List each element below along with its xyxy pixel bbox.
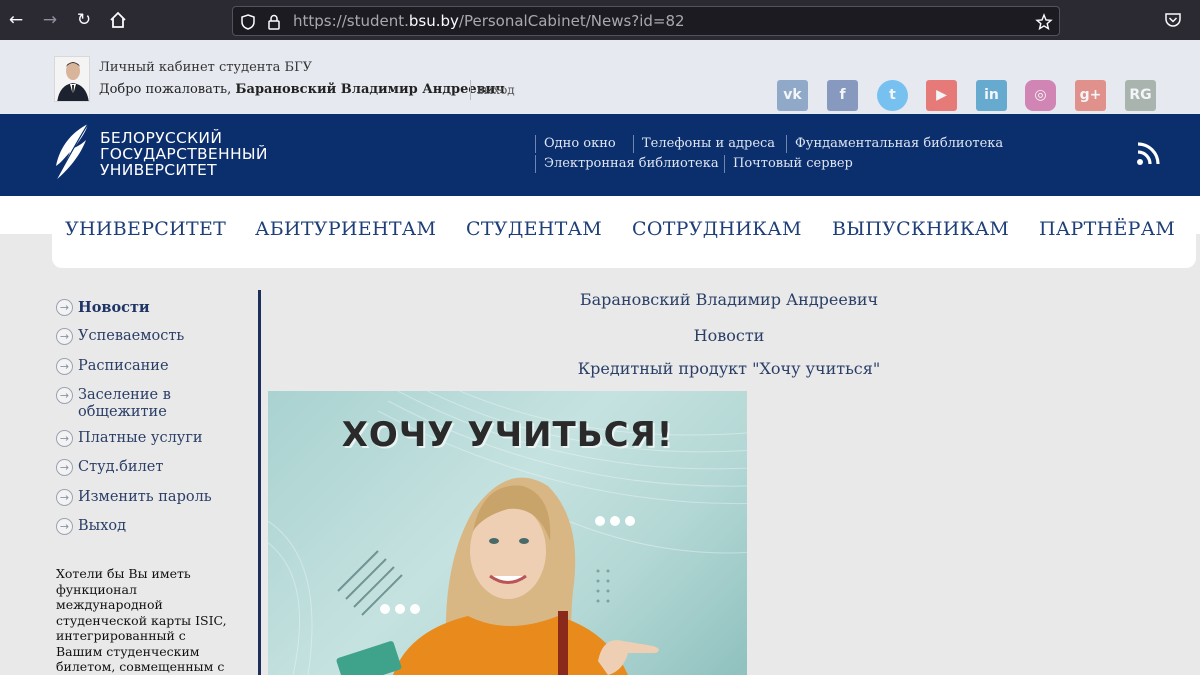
isic-survey-text: Хотели бы Вы иметь функционал международ… bbox=[56, 566, 227, 675]
link-fundamental-library[interactable]: Фундаментальная библиотека bbox=[786, 135, 1003, 153]
logout-link[interactable]: выход bbox=[470, 80, 515, 100]
arrow-right-icon: → bbox=[56, 299, 73, 316]
googleplus-icon[interactable]: g+ bbox=[1075, 80, 1106, 111]
user-name: Барановский Владимир Андреевич bbox=[235, 82, 505, 97]
news-banner-image: ХОЧУ УЧИТЬСЯ! bbox=[268, 391, 747, 675]
menu-partners[interactable]: ПАРТНЁРАМ bbox=[1039, 218, 1175, 240]
vk-icon[interactable]: vk bbox=[777, 80, 808, 111]
address-bar[interactable]: https://student.bsu.by/PersonalCabinet/N… bbox=[232, 6, 1060, 36]
user-strip: Личный кабинет студента БГУ Добро пожало… bbox=[0, 40, 1200, 114]
twitter-icon[interactable]: t bbox=[877, 80, 908, 111]
section-heading: Новости bbox=[693, 326, 765, 345]
pocket-icon[interactable] bbox=[1164, 11, 1182, 29]
arrow-right-icon: → bbox=[56, 459, 73, 476]
arrow-right-icon: → bbox=[56, 387, 73, 404]
home-icon[interactable] bbox=[106, 8, 130, 32]
link-electronic-library[interactable]: Электронная библиотека bbox=[535, 155, 719, 173]
browser-toolbar: ← → ↻ https://student.bsu.by/PersonalCab… bbox=[0, 0, 1200, 40]
news-title: Кредитный продукт "Хочу учиться" bbox=[577, 359, 881, 378]
arrow-right-icon: → bbox=[56, 358, 73, 375]
bookmark-star-icon[interactable] bbox=[1035, 13, 1053, 31]
main-menu: УНИВЕРСИТЕТ АБИТУРИЕНТАМ СТУДЕНТАМ СОТРУ… bbox=[52, 196, 1196, 268]
back-icon[interactable]: ← bbox=[4, 8, 28, 32]
sidebar-divider bbox=[258, 290, 261, 675]
cabinet-title: Личный кабинет студента БГУ bbox=[99, 60, 313, 75]
url-text: https://student.bsu.by/PersonalCabinet/N… bbox=[293, 12, 685, 30]
link-phones[interactable]: Телефоны и адреса bbox=[633, 135, 775, 153]
site-header: БЕЛОРУССКИЙ ГОСУДАРСТВЕННЫЙ УНИВЕРСИТЕТ … bbox=[0, 114, 1200, 196]
linkedin-icon[interactable]: in bbox=[976, 80, 1007, 111]
instagram-icon[interactable]: ◎ bbox=[1025, 80, 1056, 111]
link-mail-server[interactable]: Почтовый сервер bbox=[724, 155, 853, 173]
rss-icon[interactable] bbox=[1136, 142, 1160, 166]
shield-icon[interactable] bbox=[239, 13, 257, 31]
feather-logo-icon[interactable] bbox=[52, 122, 94, 184]
arrow-right-icon: → bbox=[56, 518, 73, 535]
link-one-window[interactable]: Одно окно bbox=[535, 135, 616, 153]
student-name-heading: Барановский Владимир Андреевич bbox=[579, 290, 879, 309]
reload-icon[interactable]: ↻ bbox=[72, 8, 96, 32]
arrow-right-icon: → bbox=[56, 430, 73, 447]
lock-icon[interactable] bbox=[265, 13, 283, 31]
welcome-text: Добро пожаловать, Барановский Владимир А… bbox=[99, 82, 505, 97]
menu-university[interactable]: УНИВЕРСИТЕТ bbox=[65, 218, 226, 240]
researchgate-icon[interactable]: RG bbox=[1125, 80, 1156, 111]
university-logo-text[interactable]: БЕЛОРУССКИЙ ГОСУДАРСТВЕННЫЙ УНИВЕРСИТЕТ bbox=[100, 130, 268, 178]
menu-students[interactable]: СТУДЕНТАМ bbox=[466, 218, 602, 240]
facebook-icon[interactable]: f bbox=[827, 80, 858, 111]
arrow-right-icon: → bbox=[56, 328, 73, 345]
menu-applicants[interactable]: АБИТУРИЕНТАМ bbox=[255, 218, 436, 240]
banner-title: ХОЧУ УЧИТЬСЯ! bbox=[341, 415, 674, 455]
menu-staff[interactable]: СОТРУДНИКАМ bbox=[632, 218, 802, 240]
youtube-icon[interactable]: ▶ bbox=[926, 80, 957, 111]
menu-graduates[interactable]: ВЫПУСКНИКАМ bbox=[832, 218, 1009, 240]
avatar bbox=[54, 56, 90, 102]
forward-icon[interactable]: → bbox=[38, 8, 62, 32]
arrow-right-icon: → bbox=[56, 489, 73, 506]
